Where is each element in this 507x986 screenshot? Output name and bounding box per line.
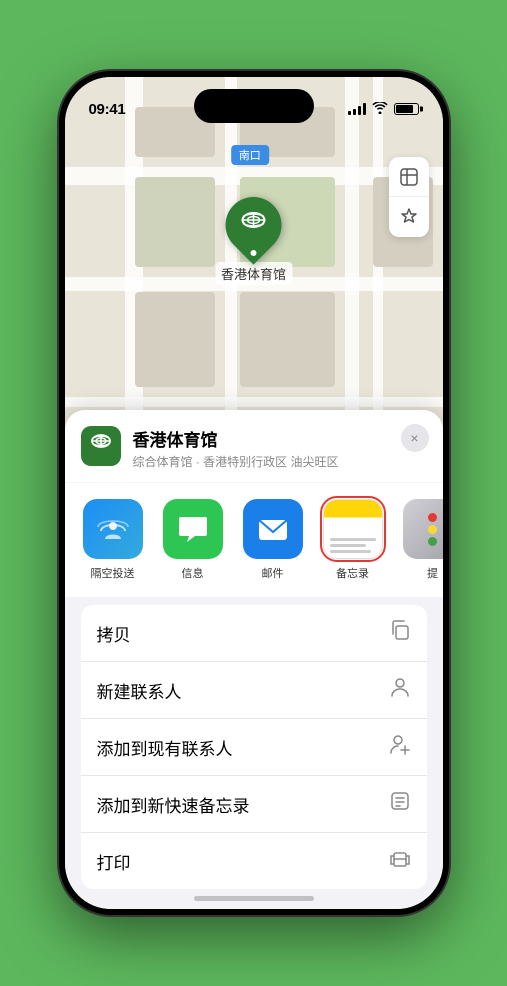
action-new-contact[interactable]: 新建联系人: [81, 662, 427, 719]
mail-label: 邮件: [262, 565, 284, 581]
note-icon: [389, 790, 411, 818]
new-contact-label: 新建联系人: [97, 678, 182, 703]
action-copy[interactable]: 拷贝: [81, 605, 427, 662]
stadium-marker: 香港体育馆: [215, 197, 292, 285]
share-notes[interactable]: 备忘录: [321, 499, 385, 581]
copy-label: 拷贝: [97, 621, 131, 646]
status-time: 09:41: [89, 101, 126, 118]
notes-icon: [323, 499, 383, 559]
map-type-button[interactable]: [389, 157, 429, 197]
action-add-existing-contact[interactable]: 添加到现有联系人: [81, 719, 427, 776]
bottom-sheet: 香港体育馆 综合体育馆 · 香港特别行政区 油尖旺区 ×: [65, 410, 443, 909]
action-print[interactable]: 打印: [81, 833, 427, 889]
wifi-icon: [372, 102, 388, 117]
signal-bars-icon: [348, 103, 366, 115]
dynamic-island: [194, 89, 314, 123]
share-mail[interactable]: 邮件: [241, 499, 305, 581]
action-quick-note[interactable]: 添加到新快速备忘录: [81, 776, 427, 833]
stadium-dot: [250, 250, 256, 256]
stadium-symbol-icon: [89, 431, 113, 461]
more-label: 提: [427, 565, 438, 581]
quick-note-label: 添加到新快速备忘录: [97, 792, 250, 817]
share-more[interactable]: 提: [401, 499, 443, 581]
message-label: 信息: [182, 565, 204, 581]
add-existing-label: 添加到现有联系人: [97, 735, 233, 760]
map-controls: [389, 157, 429, 237]
venue-subtitle: 综合体育馆 · 香港特别行政区 油尖旺区: [133, 453, 427, 470]
person-icon: [389, 676, 411, 704]
share-airdrop[interactable]: 隔空投送: [81, 499, 145, 581]
share-row: 隔空投送 信息: [65, 483, 443, 597]
venue-icon: [81, 426, 121, 466]
copy-icon: [389, 619, 411, 647]
venue-info: 香港体育馆 综合体育馆 · 香港特别行政区 油尖旺区: [133, 426, 427, 470]
phone-frame: 09:41 南口: [59, 71, 449, 915]
person-add-icon: [389, 733, 411, 761]
print-label: 打印: [97, 849, 131, 874]
battery-icon: [394, 103, 419, 115]
message-icon: [163, 499, 223, 559]
mail-icon: [243, 499, 303, 559]
close-button[interactable]: ×: [401, 424, 429, 452]
stadium-icon: [239, 208, 267, 242]
notes-label: 备忘录: [336, 565, 369, 581]
status-icons: [348, 102, 419, 117]
exit-label: 南口: [231, 145, 269, 165]
airdrop-label: 隔空投送: [91, 565, 135, 581]
share-message[interactable]: 信息: [161, 499, 225, 581]
airdrop-icon: [83, 499, 143, 559]
more-icon: [403, 499, 443, 559]
action-list: 拷贝 新建联系人: [81, 605, 427, 889]
stadium-map-label: 香港体育馆: [215, 262, 292, 285]
print-icon: [389, 847, 411, 875]
location-button[interactable]: [389, 197, 429, 237]
home-indicator: [194, 896, 314, 901]
phone-screen: 09:41 南口: [65, 77, 443, 909]
venue-name: 香港体育馆: [133, 426, 427, 451]
sheet-header: 香港体育馆 综合体育馆 · 香港特别行政区 油尖旺区 ×: [65, 410, 443, 482]
